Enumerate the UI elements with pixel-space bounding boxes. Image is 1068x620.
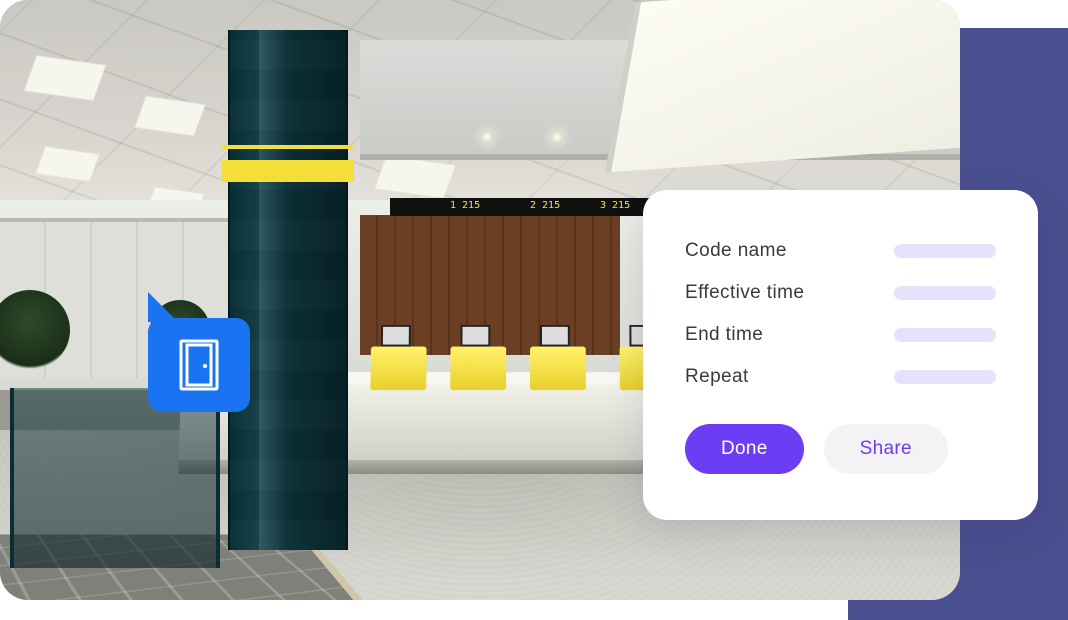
sign-number: 1 215 [450, 200, 480, 211]
field-value-placeholder[interactable] [894, 370, 996, 384]
stage: 1 215 2 215 3 215 [0, 0, 1068, 620]
pillar [228, 30, 348, 550]
field-code-name: Code name [685, 240, 996, 262]
door-marker[interactable] [148, 318, 250, 412]
field-label: Repeat [685, 366, 749, 388]
done-button[interactable]: Done [685, 424, 804, 474]
share-button[interactable]: Share [824, 424, 948, 474]
field-label: Code name [685, 240, 787, 262]
sign-number: 3 215 [600, 200, 630, 211]
field-effective-time: Effective time [685, 282, 996, 304]
field-repeat: Repeat [685, 366, 996, 388]
skylight [605, 0, 960, 173]
glass-door [10, 388, 220, 568]
field-list: Code name Effective time End time Repeat [685, 240, 996, 388]
door-icon [179, 339, 219, 391]
field-value-placeholder[interactable] [894, 286, 996, 300]
sign-number: 2 215 [530, 200, 560, 211]
pillar-stripe [222, 145, 354, 149]
field-label: Effective time [685, 282, 804, 304]
field-value-placeholder[interactable] [894, 244, 996, 258]
field-label: End time [685, 324, 763, 346]
card-actions: Done Share [685, 424, 996, 474]
access-code-card: Code name Effective time End time Repeat… [643, 190, 1038, 520]
field-value-placeholder[interactable] [894, 328, 996, 342]
field-end-time: End time [685, 324, 996, 346]
pillar-stripe [222, 160, 354, 182]
